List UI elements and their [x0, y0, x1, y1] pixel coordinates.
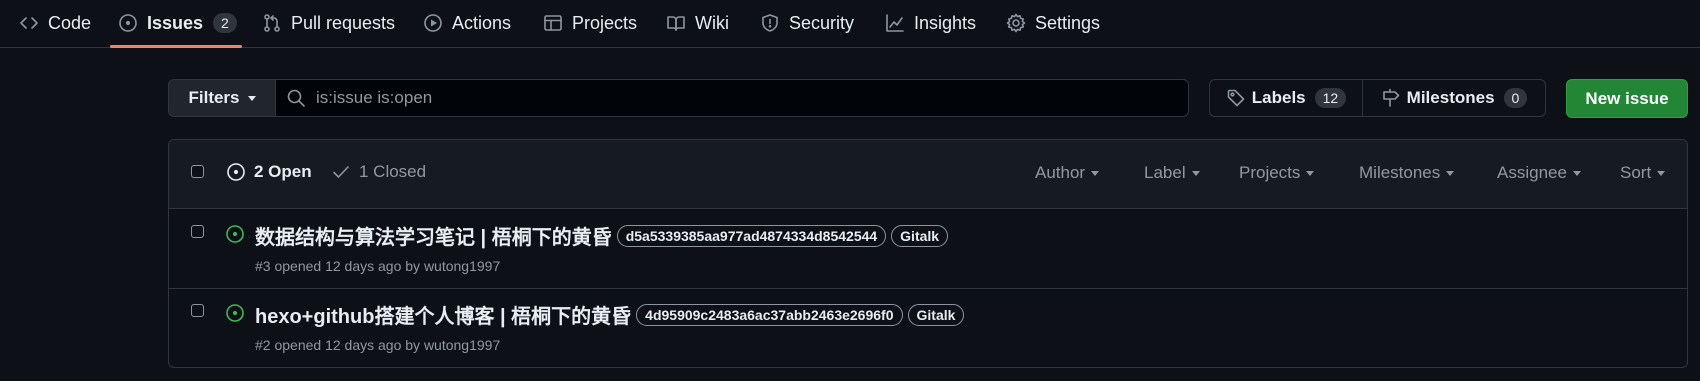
new-issue-button[interactable]: New issue [1566, 79, 1688, 118]
closed-count-label: 1 Closed [359, 162, 427, 181]
milestones-button[interactable]: Milestones 0 [1363, 80, 1545, 116]
open-issue-status [225, 303, 245, 323]
issue-title-link[interactable]: 数据结构与算法学习笔记 | 梧桐下的黄昏 [255, 221, 612, 250]
git-pull-request-icon [264, 14, 280, 32]
tab-actions[interactable]: Actions [423, 0, 511, 46]
repo-nav: Code Issues 2 Pull requests Actions Proj… [0, 0, 1700, 48]
tab-security-label: Security [789, 12, 855, 33]
issue-opened-text: opened 12 days ago by [274, 258, 421, 274]
chevron-down-icon [247, 95, 256, 101]
issue-checkbox[interactable] [191, 304, 204, 317]
milestone-icon [1382, 88, 1399, 107]
issue-row: 数据结构与算法学习笔记 | 梧桐下的黄昏 d5a5339385aa977ad48… [169, 209, 1687, 289]
closed-issues-toggle[interactable]: 1 Closed [331, 162, 426, 182]
chevron-down-icon [1657, 170, 1666, 176]
chevron-down-icon [1446, 170, 1455, 176]
issue-title-line: hexo+github搭建个人博客 | 梧桐下的黄昏 4d95909c2483a… [255, 300, 965, 329]
tab-wiki[interactable]: Wiki [666, 0, 729, 46]
issues-list-header: 2 Open 1 Closed Author Label Projects Mi… [169, 140, 1687, 209]
issue-meta: #2 opened 12 days ago by wutong1997 [255, 337, 500, 353]
graph-icon [886, 14, 904, 32]
chevron-down-icon [1091, 170, 1100, 176]
labels-count-badge: 12 [1314, 88, 1347, 108]
author-filter[interactable]: Author [1035, 163, 1100, 183]
issue-label-badge[interactable]: Gitalk [907, 303, 965, 326]
chevron-down-icon [1572, 170, 1581, 176]
issue-opened-icon [119, 14, 137, 32]
tab-pull-requests[interactable]: Pull requests [262, 0, 395, 46]
author-filter-label: Author [1035, 163, 1086, 182]
issue-opened-text: opened 12 days ago by [274, 337, 421, 353]
filters-label: Filters [188, 88, 240, 107]
sort-filter[interactable]: Sort [1620, 163, 1666, 183]
issues-list: 2 Open 1 Closed Author Label Projects Mi… [168, 139, 1688, 368]
issue-label-badge[interactable]: d5a5339385aa977ad4874334d8542544 [616, 224, 887, 247]
labels-button[interactable]: Labels 12 [1210, 80, 1363, 116]
assignee-filter-label: Assignee [1497, 163, 1567, 182]
tab-code-label: Code [48, 12, 92, 33]
code-icon [20, 17, 38, 29]
issue-opened-icon [226, 304, 244, 322]
chevron-down-icon [1306, 170, 1315, 176]
open-issue-status [225, 224, 245, 244]
issue-author-link[interactable]: wutong1997 [424, 258, 500, 274]
tab-settings-label: Settings [1035, 12, 1101, 33]
tab-pull-requests-label: Pull requests [291, 12, 396, 33]
issues-count-badge: 2 [213, 13, 237, 33]
tab-projects-label: Projects [572, 12, 638, 33]
play-icon [424, 14, 442, 32]
tab-actions-label: Actions [452, 12, 512, 33]
open-count-label: 2 Open [254, 162, 312, 181]
book-icon [667, 16, 685, 31]
issue-label-badge[interactable]: Gitalk [891, 224, 949, 247]
sort-filter-label: Sort [1620, 163, 1652, 182]
issue-checkbox[interactable] [191, 225, 204, 238]
issue-meta: #3 opened 12 days ago by wutong1997 [255, 258, 500, 274]
labels-milestones-group: Labels 12 Milestones 0 [1209, 79, 1546, 117]
chevron-down-icon [1191, 170, 1200, 176]
projects-filter-label: Projects [1239, 163, 1301, 182]
filters-button[interactable]: Filters [168, 79, 276, 117]
open-issues-toggle[interactable]: 2 Open [226, 162, 312, 182]
label-filter-label: Label [1144, 163, 1186, 182]
active-tab-underline [110, 45, 242, 48]
issue-opened-icon [227, 163, 245, 181]
projects-filter[interactable]: Projects [1239, 163, 1315, 183]
assignee-filter[interactable]: Assignee [1497, 163, 1581, 183]
tab-issues-label: Issues [147, 12, 204, 33]
issue-opened-icon [226, 225, 244, 243]
issue-author-link[interactable]: wutong1997 [424, 337, 500, 353]
search-icon [287, 89, 305, 107]
tab-projects[interactable]: Projects [543, 0, 637, 46]
issue-number: #2 [255, 337, 271, 353]
milestones-count-badge: 0 [1503, 88, 1528, 108]
tab-settings[interactable]: Settings [1006, 0, 1100, 46]
labels-label: Labels [1251, 88, 1306, 107]
milestones-filter[interactable]: Milestones [1359, 163, 1455, 183]
tag-icon [1227, 89, 1245, 107]
milestones-filter-label: Milestones [1359, 163, 1441, 182]
milestones-label: Milestones [1406, 88, 1495, 107]
tab-insights-label: Insights [914, 12, 977, 33]
search-box [276, 79, 1189, 117]
issue-label-badge[interactable]: 4d95909c2483a6ac37abb2463e2696f0 [636, 303, 903, 326]
tab-issues[interactable]: Issues 2 [118, 0, 237, 46]
table-icon [544, 15, 562, 31]
tab-code[interactable]: Code [19, 0, 91, 46]
shield-icon [762, 14, 778, 32]
tab-wiki-label: Wiki [695, 12, 729, 33]
tab-insights[interactable]: Insights [885, 0, 976, 46]
check-icon [333, 166, 349, 178]
issue-title-link[interactable]: hexo+github搭建个人博客 | 梧桐下的黄昏 [255, 300, 631, 329]
gear-icon [1006, 13, 1026, 33]
search-input[interactable] [316, 88, 1166, 108]
issue-title-line: 数据结构与算法学习笔记 | 梧桐下的黄昏 d5a5339385aa977ad48… [255, 221, 949, 250]
select-all-checkbox[interactable] [191, 165, 204, 178]
issue-number: #3 [255, 258, 271, 274]
tab-security[interactable]: Security [760, 0, 854, 46]
issue-row: hexo+github搭建个人博客 | 梧桐下的黄昏 4d95909c2483a… [169, 288, 1687, 367]
label-filter[interactable]: Label [1144, 163, 1200, 183]
